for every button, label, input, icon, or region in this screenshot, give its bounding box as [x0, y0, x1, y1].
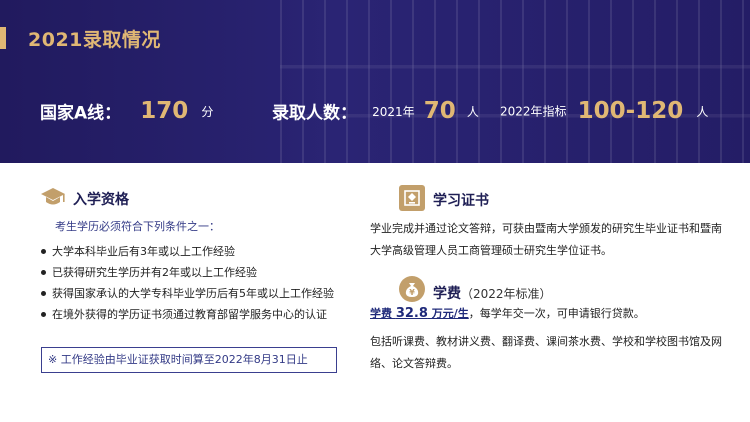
title-accent-bar: [0, 27, 6, 49]
bullet-icon: [41, 269, 46, 275]
certificate-title: 学习证书: [433, 193, 489, 209]
requirements-title: 入学资格: [73, 192, 129, 208]
bullet-icon: [41, 290, 46, 296]
year-2021-unit: 人: [466, 104, 479, 119]
requirement-text: 在境外获得的学历证书须通过教育部留学服务中心的认证: [52, 308, 327, 321]
money-bag-icon: ¥: [399, 276, 425, 302]
admit-count-label: 录取人数：: [272, 103, 357, 124]
bullet-icon: [41, 311, 46, 317]
tuition-title-text: 学费: [433, 286, 461, 302]
national-line-label: 国家A线：: [40, 103, 122, 124]
list-item: 在境外获得的学历证书须通过教育部留学服务中心的认证: [41, 306, 334, 327]
work-experience-notice: ※ 工作经验由毕业证获取时间算至2022年8月31日止: [41, 347, 337, 373]
banner-title: 2021录取情况: [28, 29, 161, 51]
national-line-value: 170: [140, 98, 189, 124]
certificate-text: 学业完成并通过论文答辩，可获由暨南大学颁发的研究生毕业证书和暨南大学高级管理人员…: [370, 222, 722, 257]
svg-text:¥: ¥: [409, 288, 415, 297]
requirements-note: 考生学历必须符合下列条件之一：: [55, 220, 220, 233]
admit-count-stat: 录取人数： 2021年 70 人: [272, 98, 479, 124]
fee-details: ，每学年交一次，可申请银行贷款。: [468, 307, 645, 320]
national-line-unit: 分: [201, 104, 214, 119]
list-item: 已获得研究生学历并有2年或以上工作经验: [41, 264, 334, 285]
national-line-stat: 国家A线： 170 分: [40, 98, 213, 124]
tuition-includes: 包括听课费、教材讲义费、翻译费、课间茶水费、学校和学校图书馆及网络、论文答辩费。: [370, 335, 722, 370]
requirement-text: 获得国家承认的大学专科毕业学历后有5年或以上工作经验: [52, 287, 334, 300]
tuition-title: 学费（2022年标准）: [433, 283, 552, 303]
tuition-subtitle: （2022年标准）: [461, 287, 552, 301]
year-2022-label: 2022年指标: [500, 104, 567, 119]
requirement-text: 大学本科毕业后有3年或以上工作经验: [52, 245, 235, 258]
year-2022-value: 100-120: [577, 98, 684, 124]
admission-banner: 2021录取情况 国家A线： 170 分 录取人数： 2021年 70 人 20…: [0, 0, 750, 163]
tuition-fee-amount: 学费 32.8 万元/生: [370, 306, 469, 321]
year-2021-value: 70: [423, 98, 456, 124]
fee-prefix: 学费: [370, 307, 396, 320]
requirement-text: 已获得研究生学历并有2年或以上工作经验: [52, 266, 257, 279]
target-2022-stat: 2022年指标 100-120 人: [500, 98, 708, 124]
tuition-fee-line: 学费 32.8 万元/生，每学年交一次，可申请银行贷款。: [370, 305, 645, 321]
fee-number: 32.8: [395, 306, 428, 321]
fee-unit: 万元/生: [427, 307, 469, 320]
banner-background-image: [280, 0, 750, 163]
bullet-icon: [41, 248, 46, 254]
year-2022-unit: 人: [696, 104, 709, 119]
year-2021-label: 2021年: [372, 104, 415, 119]
certificate-icon: [399, 185, 425, 211]
graduation-cap-icon: [40, 184, 66, 210]
requirements-list: 大学本科毕业后有3年或以上工作经验 已获得研究生学历并有2年或以上工作经验 获得…: [41, 243, 334, 327]
list-item: 获得国家承认的大学专科毕业学历后有5年或以上工作经验: [41, 285, 334, 306]
list-item: 大学本科毕业后有3年或以上工作经验: [41, 243, 334, 264]
